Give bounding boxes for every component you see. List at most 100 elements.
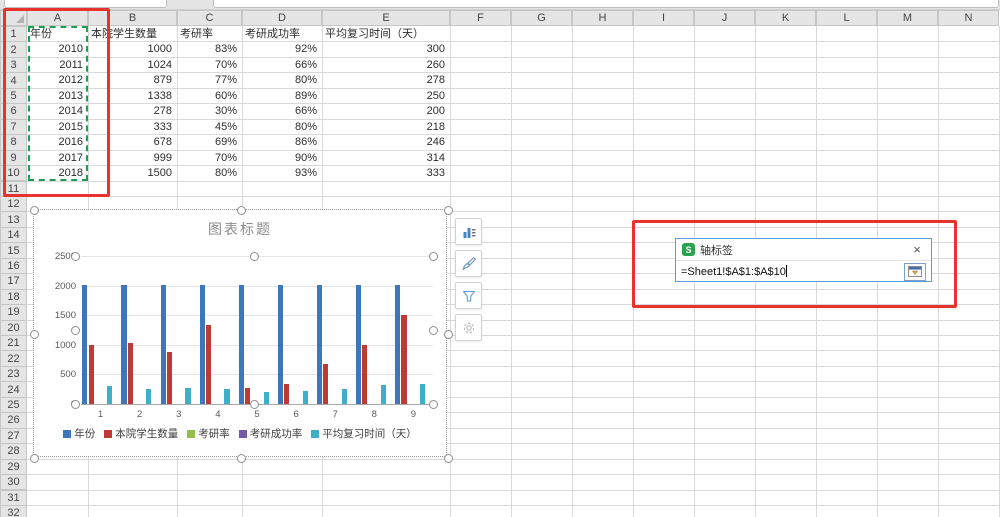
selection-handle[interactable] <box>428 325 438 335</box>
cell-C2[interactable]: 83% <box>179 42 237 56</box>
row-header-29[interactable]: 29 <box>0 458 27 476</box>
legend-item[interactable]: 本院学生数量 <box>104 426 178 441</box>
selection-handle[interactable] <box>428 251 438 261</box>
selection-handle[interactable] <box>249 399 259 409</box>
cell-E4[interactable]: 278 <box>324 73 445 87</box>
legend-item[interactable]: 年份 <box>63 426 95 441</box>
legend-swatch <box>63 429 72 438</box>
column-header-N[interactable]: N <box>938 10 999 26</box>
cell-D4[interactable]: 80% <box>244 73 317 87</box>
column-header-G[interactable]: G <box>511 10 572 26</box>
cell-E7[interactable]: 218 <box>324 120 445 134</box>
cell-D6[interactable]: 66% <box>244 104 317 118</box>
row-header-26[interactable]: 26 <box>0 412 27 429</box>
y-tick-label: 1000 <box>54 339 76 351</box>
column-header-K[interactable]: K <box>755 10 816 26</box>
cell-C5[interactable]: 60% <box>179 89 237 103</box>
selection-handle[interactable] <box>443 205 453 215</box>
row-header-14[interactable]: 14 <box>0 226 27 244</box>
selection-handle[interactable] <box>428 399 438 409</box>
cell-C7[interactable]: 45% <box>179 120 237 134</box>
cell-C10[interactable]: 80% <box>179 166 237 180</box>
row-header-20[interactable]: 20 <box>0 319 27 336</box>
grid-line-h <box>27 504 1000 506</box>
row-header-27[interactable]: 27 <box>0 427 27 445</box>
cell-E1[interactable]: 平均复习时间（天） <box>325 27 447 41</box>
row-header-21[interactable]: 21 <box>0 335 27 352</box>
x-axis-label: 8 <box>371 409 377 420</box>
column-header-D[interactable]: D <box>242 10 322 26</box>
cell-E5[interactable]: 250 <box>324 89 445 103</box>
row-header-23[interactable]: 23 <box>0 365 27 383</box>
row-header-17[interactable]: 17 <box>0 273 27 290</box>
legend-item[interactable]: 考研率 <box>187 426 230 441</box>
cell-D1[interactable]: 考研成功率 <box>245 27 319 41</box>
selection-handle[interactable] <box>70 251 80 261</box>
cell-E2[interactable]: 300 <box>324 42 445 56</box>
cell-D2[interactable]: 92% <box>244 42 317 56</box>
row-header-12[interactable]: 12 <box>0 195 27 213</box>
selection-handle[interactable] <box>249 251 259 261</box>
cell-E6[interactable]: 200 <box>324 104 445 118</box>
selection-handle[interactable] <box>443 453 453 463</box>
cell-C9[interactable]: 70% <box>179 151 237 165</box>
selection-handle[interactable] <box>29 329 39 339</box>
cell-E3[interactable]: 260 <box>324 58 445 72</box>
chart-elements-button[interactable] <box>455 218 482 245</box>
y-tick-label: 1500 <box>54 310 76 322</box>
cell-D5[interactable]: 89% <box>244 89 317 103</box>
chart-filter-button[interactable] <box>455 282 482 309</box>
row-header-25[interactable]: 25 <box>0 396 27 414</box>
column-header-M[interactable]: M <box>877 10 938 26</box>
cell-C3[interactable]: 70% <box>179 58 237 72</box>
legend-item[interactable]: 考研成功率 <box>238 426 302 441</box>
column-header-I[interactable]: I <box>633 10 694 26</box>
chart-settings-button[interactable] <box>455 314 482 341</box>
selection-handle[interactable] <box>29 205 39 215</box>
column-header-L[interactable]: L <box>816 10 877 26</box>
selection-handle[interactable] <box>29 453 39 463</box>
row-header-28[interactable]: 28 <box>0 443 27 460</box>
legend-item[interactable]: 平均复习时间（天） <box>311 426 417 441</box>
column-header-C[interactable]: C <box>177 10 242 26</box>
row-header-30[interactable]: 30 <box>0 474 27 491</box>
cell-C1[interactable]: 考研率 <box>180 27 239 41</box>
column-header-J[interactable]: J <box>694 10 755 26</box>
chart-style-button[interactable] <box>455 250 482 277</box>
cell-E10[interactable]: 333 <box>324 166 445 180</box>
formula-input[interactable] <box>213 0 999 8</box>
row-header-18[interactable]: 18 <box>0 288 27 306</box>
selection-handle[interactable] <box>70 399 80 409</box>
column-header-E[interactable]: E <box>322 10 450 26</box>
cell-E8[interactable]: 246 <box>324 135 445 149</box>
cell-D8[interactable]: 86% <box>244 135 317 149</box>
selection-handle[interactable] <box>236 453 246 463</box>
cell-C4[interactable]: 77% <box>179 73 237 87</box>
cell-D7[interactable]: 80% <box>244 120 317 134</box>
column-header-F[interactable]: F <box>450 10 511 26</box>
chart[interactable]: 图表标题 年份本院学生数量考研率考研成功率平均复习时间（天） 050010001… <box>29 205 453 463</box>
cell-E9[interactable]: 314 <box>324 151 445 165</box>
cell-D10[interactable]: 93% <box>244 166 317 180</box>
bar-年份-9 <box>395 284 401 404</box>
cell-C6[interactable]: 30% <box>179 104 237 118</box>
selection-handle[interactable] <box>443 329 453 339</box>
row-header-32[interactable]: 32 <box>0 504 27 517</box>
column-header-H[interactable]: H <box>572 10 633 26</box>
cell-D9[interactable]: 90% <box>244 151 317 165</box>
selection-handle[interactable] <box>70 325 80 335</box>
formula-bar-fragment <box>0 0 1000 10</box>
row-header-22[interactable]: 22 <box>0 350 27 367</box>
name-box[interactable] <box>4 0 167 8</box>
cell-D3[interactable]: 66% <box>244 58 317 72</box>
row-header-19[interactable]: 19 <box>0 304 27 321</box>
row-header-16[interactable]: 16 <box>0 257 27 275</box>
row-header-15[interactable]: 15 <box>0 242 27 259</box>
row-header-31[interactable]: 31 <box>0 489 27 506</box>
cell-C8[interactable]: 69% <box>179 135 237 149</box>
row-header-13[interactable]: 13 <box>0 211 27 228</box>
selection-handle[interactable] <box>236 205 246 215</box>
row-header-24[interactable]: 24 <box>0 381 27 398</box>
chart-legend[interactable]: 年份 本院学生数量 考研率 考研成功率 平均复习时间（天） <box>34 426 446 441</box>
chart-title[interactable]: 图表标题 <box>34 219 446 239</box>
